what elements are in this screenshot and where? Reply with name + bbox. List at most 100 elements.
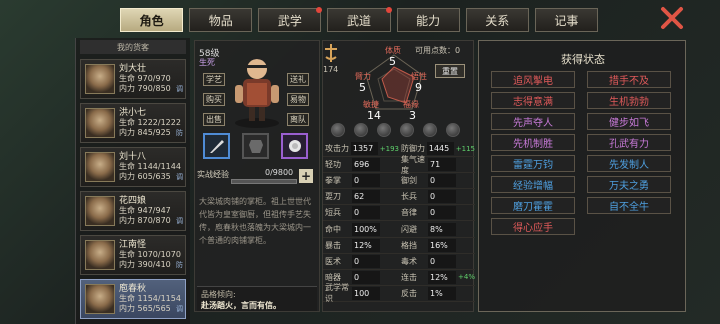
member-flag: 调 bbox=[176, 85, 183, 93]
stat-name: 闪避 bbox=[401, 224, 417, 234]
trade-button[interactable]: 易物 bbox=[287, 93, 309, 106]
party-member-card[interactable]: 洪小七 生命 1222/1222 内力 845/925 防 bbox=[80, 103, 186, 143]
stat-value: 0 bbox=[352, 206, 380, 220]
stat-value: 71 bbox=[428, 158, 456, 172]
orb-icon bbox=[400, 123, 414, 137]
member-hp: 生命 947/947 bbox=[119, 206, 171, 215]
member-mp: 内力 390/410 bbox=[119, 260, 171, 269]
learn-skill-button[interactable]: 学艺 bbox=[203, 73, 225, 86]
member-mp: 内力 790/850 bbox=[119, 84, 171, 93]
stat-name: 攻击力 bbox=[325, 144, 349, 154]
status-badge[interactable]: 雷霆万钧 bbox=[491, 155, 575, 172]
stat-row: 武学常识 100 反击 1% bbox=[323, 283, 475, 303]
status-badge[interactable]: 得心应手 bbox=[491, 218, 575, 235]
member-hp: 生命 1222/1222 bbox=[119, 118, 181, 127]
status-badge[interactable]: 先声夺人 bbox=[491, 113, 575, 130]
orb-icon bbox=[377, 123, 391, 137]
armor-slot[interactable] bbox=[242, 133, 269, 159]
trait-label: 品格倾向: bbox=[201, 290, 236, 299]
sell-button[interactable]: 出售 bbox=[203, 113, 225, 126]
armor-icon bbox=[248, 140, 263, 153]
status-badge[interactable]: 志得意满 bbox=[491, 92, 575, 109]
close-icon[interactable] bbox=[658, 4, 686, 32]
tab-2[interactable]: 武学 bbox=[258, 7, 323, 32]
status-badge[interactable]: 自不全牛 bbox=[587, 197, 671, 214]
status-badge[interactable]: 措手不及 bbox=[587, 71, 671, 88]
status-badge[interactable]: 追风掣电 bbox=[491, 71, 575, 88]
status-badge[interactable]: 磨刀霍霍 bbox=[491, 197, 575, 214]
blade-icon bbox=[209, 140, 224, 153]
status-badge[interactable]: 经验增幅 bbox=[491, 176, 575, 193]
stat-name: 反击 bbox=[401, 288, 417, 298]
party-member-card[interactable]: 江南怪 生命 1070/1070 内力 390/410 防 bbox=[80, 235, 186, 275]
member-hp: 生命 1144/1144 bbox=[119, 162, 181, 171]
stat-name: 拳掌 bbox=[325, 176, 341, 186]
xp-label: 实战经验 bbox=[197, 170, 229, 179]
scroll-icon bbox=[288, 140, 301, 152]
avatar bbox=[85, 152, 115, 182]
tab-0[interactable]: 角色 bbox=[120, 8, 184, 32]
stat-bonus: +193 bbox=[379, 144, 399, 153]
stat-cell: 拳掌 0 bbox=[323, 174, 399, 188]
party-member-card[interactable]: 花四娘 生命 947/947 内力 870/870 调 bbox=[80, 191, 186, 231]
stat-row: 轻功 696 集气速度 71 bbox=[323, 154, 475, 175]
member-flag: 防 bbox=[176, 129, 183, 137]
reset-button[interactable]: 重置 bbox=[435, 64, 465, 78]
tab-1[interactable]: 物品 bbox=[189, 8, 253, 32]
member-info: 洪小七 生命 1222/1222 内力 845/925 bbox=[119, 108, 181, 138]
stat-name: 命中 bbox=[325, 224, 341, 234]
character-panel: 58级 生死 学艺 送礼 购买 易物 出售 离队 实战经验 0/9800 + 大… bbox=[194, 40, 320, 312]
member-mp: 内力 565/565 bbox=[119, 304, 171, 313]
stat-name: 集气速度 bbox=[401, 154, 425, 175]
tab-3[interactable]: 武道 bbox=[327, 7, 392, 32]
stats-grid: 攻击力 1357 +193 防御力 1445 +115 轻功 696 集气速度 71 拳掌 0 御剑 0 耍… bbox=[323, 141, 475, 303]
stat-value: 0 bbox=[428, 190, 456, 204]
stat-name: 短兵 bbox=[325, 208, 341, 218]
stat-value: 696 bbox=[352, 158, 380, 172]
stat-cell: 闪避 8% bbox=[399, 222, 475, 236]
member-mp: 内力 845/925 bbox=[119, 128, 171, 137]
orb-icon bbox=[354, 123, 368, 137]
stat-value: 0 bbox=[428, 174, 456, 188]
tab-6[interactable]: 记事 bbox=[534, 8, 598, 32]
stat-value: 12% bbox=[428, 270, 456, 284]
gift-button[interactable]: 送礼 bbox=[287, 73, 309, 86]
accessory-slot[interactable] bbox=[281, 133, 308, 159]
stat-name: 格挡 bbox=[401, 240, 417, 250]
stat-cell: 连击 12% +4% bbox=[399, 270, 475, 284]
status-badge[interactable]: 健步如飞 bbox=[587, 113, 671, 130]
stat-name: 防御力 bbox=[401, 144, 425, 154]
strength-value: 5 bbox=[359, 81, 366, 94]
status-badge[interactable]: 生机勃勃 bbox=[587, 92, 671, 109]
tab-4[interactable]: 能力 bbox=[396, 8, 460, 32]
status-panel: 获得状态 追风掣电 措手不及 志得意满 生机勃勃 先声夺人 健步如飞 先机制胜 孔武有力 雷霆万… bbox=[478, 40, 686, 312]
stat-value: 0 bbox=[428, 206, 456, 220]
stat-name: 轻功 bbox=[325, 160, 341, 170]
tab-5[interactable]: 关系 bbox=[465, 8, 529, 32]
status-badge[interactable]: 先发制人 bbox=[587, 155, 671, 172]
buy-button[interactable]: 购买 bbox=[203, 93, 225, 106]
avatar bbox=[85, 196, 115, 226]
party-member-card[interactable]: 刘大壮 生命 970/970 内力 790/850 调 bbox=[80, 59, 186, 99]
leave-party-button[interactable]: 离队 bbox=[287, 113, 309, 126]
status-badge[interactable]: 孔武有力 bbox=[587, 134, 671, 151]
member-name: 洪小七 bbox=[119, 108, 147, 118]
status-badge[interactable]: 万夫之勇 bbox=[587, 176, 671, 193]
status-badge[interactable]: 先机制胜 bbox=[491, 134, 575, 151]
party-member-card[interactable]: 刘十八 生命 1144/1144 内力 605/635 调 bbox=[80, 147, 186, 187]
member-mp: 内力 605/635 bbox=[119, 172, 171, 181]
stat-row: 暴击 12% 格挡 16% bbox=[323, 238, 475, 254]
stat-cell: 长兵 0 bbox=[399, 190, 475, 204]
avatar bbox=[85, 284, 115, 314]
fortune-value: 3 bbox=[409, 109, 416, 122]
stat-cell: 音律 0 bbox=[399, 206, 475, 220]
member-info: 花四娘 生命 947/947 内力 870/870 bbox=[119, 196, 171, 226]
stat-value: 0 bbox=[352, 254, 380, 268]
stat-cell: 攻击力 1357 +193 bbox=[323, 142, 399, 156]
weapon-slot[interactable] bbox=[203, 133, 230, 159]
add-xp-button[interactable]: + bbox=[299, 169, 313, 183]
member-info: 刘十八 生命 1144/1144 内力 605/635 bbox=[119, 152, 181, 182]
stat-cell: 御剑 0 bbox=[399, 174, 475, 188]
orb-icon bbox=[446, 123, 460, 137]
party-member-card[interactable]: 庖春秋 生命 1154/1154 内力 565/565 调 bbox=[80, 279, 186, 319]
